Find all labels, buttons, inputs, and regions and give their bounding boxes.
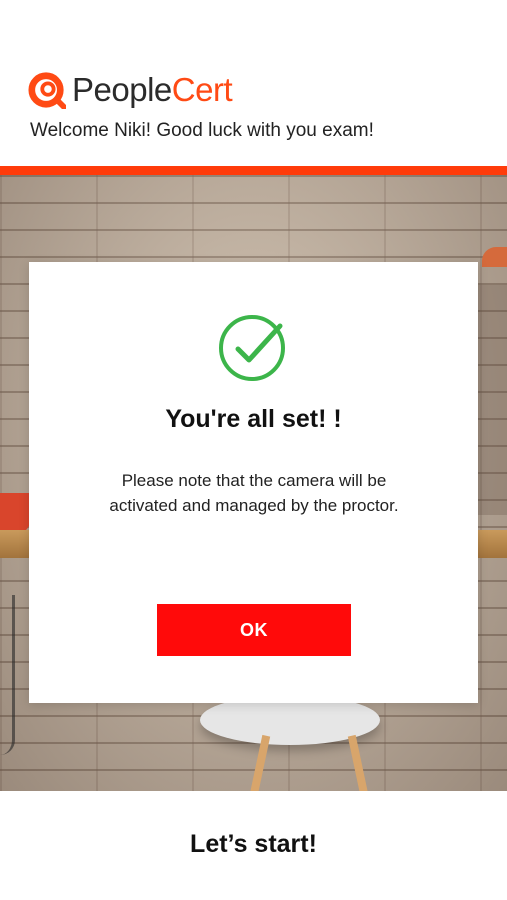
chair-leg-decoration [347,734,371,791]
shelf-decoration [478,285,507,515]
accent-divider [0,166,507,175]
header: PeopleCert Welcome Niki! Good luck with … [0,0,507,166]
cable-decoration [0,595,15,755]
peoplecert-logo-icon [28,72,66,109]
dialog-title: You're all set! ! [165,405,342,433]
lamp-decoration [482,247,507,267]
check-circle-icon [219,315,285,381]
welcome-message: Welcome Niki! Good luck with you exam! [30,120,374,141]
ok-button[interactable]: OK [157,604,351,656]
brand-name-part1: People [72,71,172,108]
app-page: PeopleCert Welcome Niki! Good luck with … [0,0,507,900]
lets-start-heading: Let’s start! [190,830,317,858]
brand-name-part2: Cert [171,71,233,108]
peoplecert-logo: PeopleCert [28,70,233,110]
brand-name: PeopleCert [72,70,233,110]
bowl-decoration [0,493,30,533]
confirmation-dialog: You're all set! ! Please note that the c… [29,262,478,703]
dialog-message: Please note that the camera will be acti… [109,471,399,515]
